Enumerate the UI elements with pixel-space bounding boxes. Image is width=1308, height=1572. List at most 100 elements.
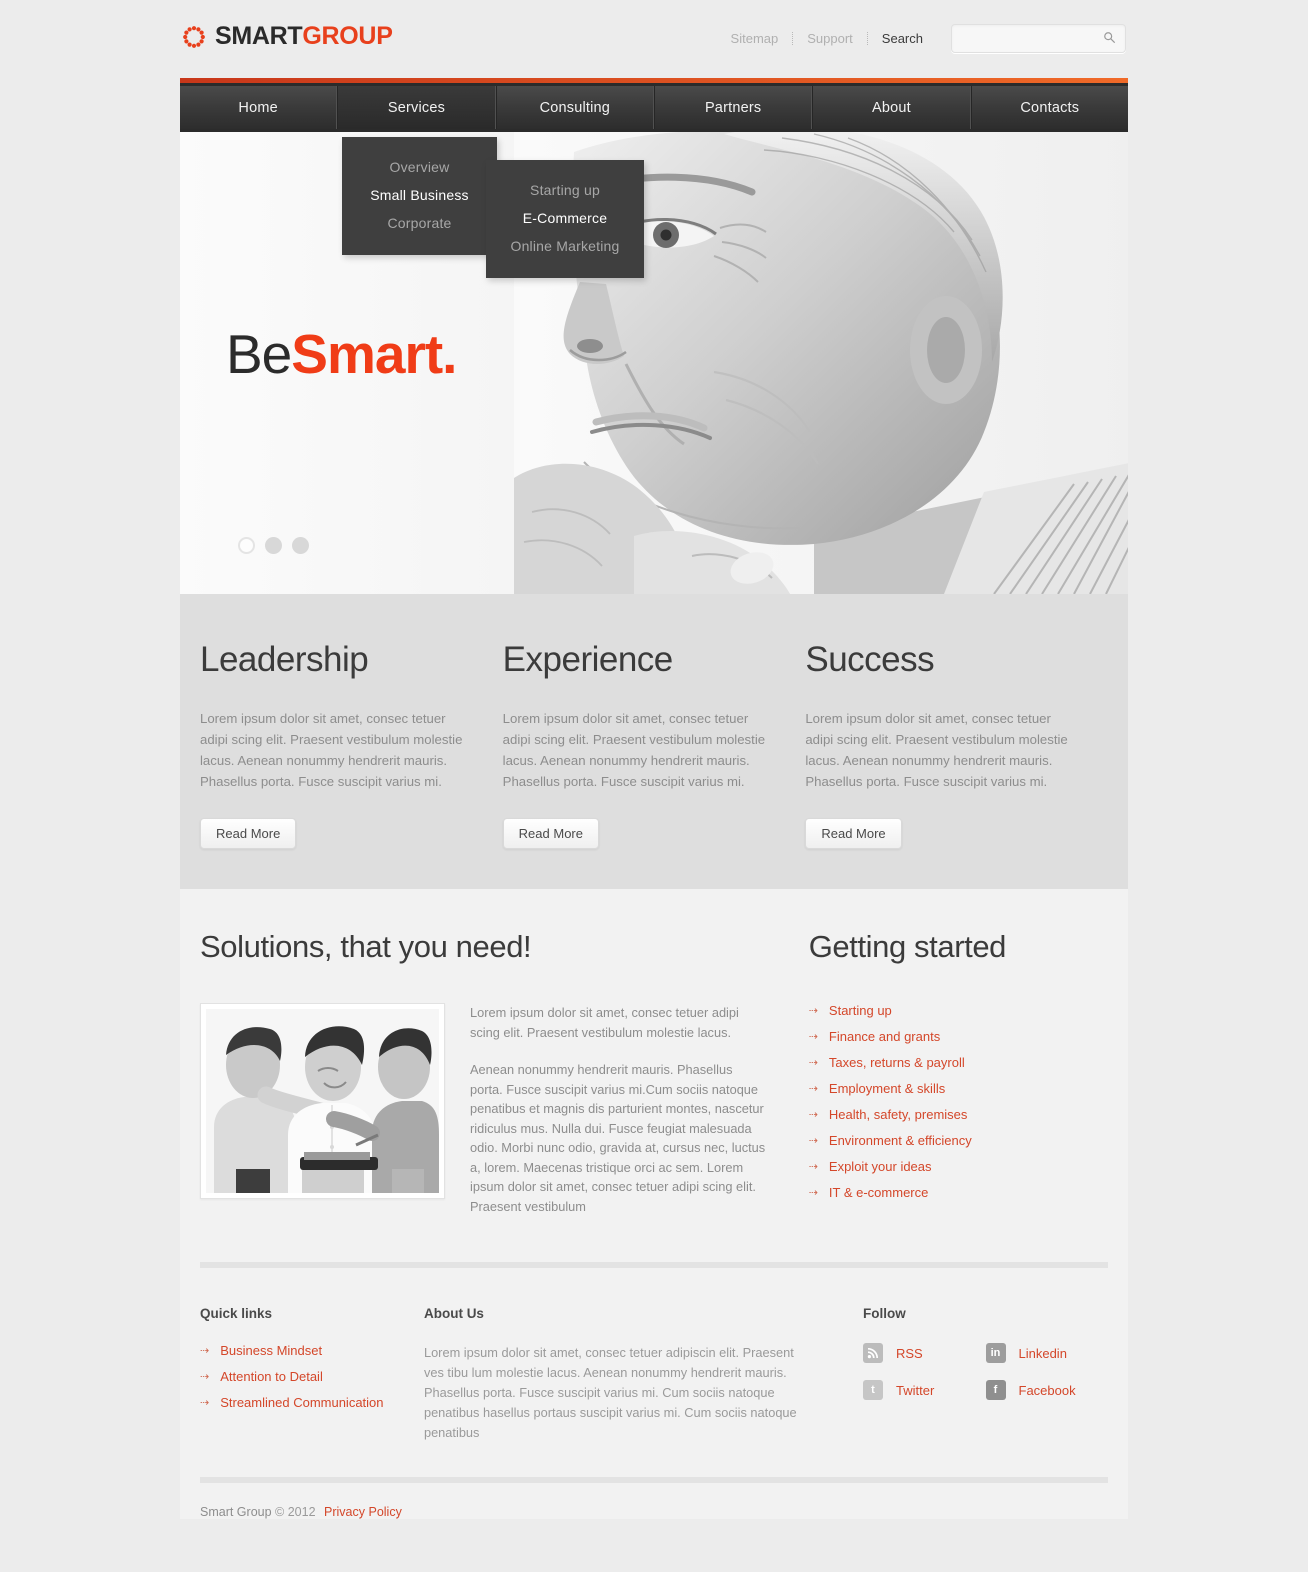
nav-item-contacts[interactable]: Contacts	[970, 86, 1128, 129]
solutions-text: Lorem ipsum dolor sit amet, consec tetue…	[445, 1003, 769, 1216]
search-box[interactable]	[951, 23, 1126, 53]
social-item-linkedin[interactable]: in Linkedin	[985, 1343, 1109, 1363]
getting-started-link[interactable]: Health, safety, premises	[829, 1107, 967, 1122]
logo-text-group: GROUP	[302, 22, 393, 50]
dropdown-item-online-marketing[interactable]: Online Marketing	[486, 232, 644, 260]
social-link-facebook[interactable]: Facebook	[1019, 1383, 1076, 1398]
quick-link[interactable]: Streamlined Communication	[220, 1395, 383, 1410]
quick-link[interactable]: Attention to Detail	[220, 1369, 323, 1384]
getting-started-link[interactable]: IT & e-commerce	[829, 1185, 928, 1200]
arrow-icon: ⇢	[808, 1161, 818, 1173]
social-links: RSS in Linkedin t Twitter f Facebook	[863, 1343, 1108, 1417]
nav-item-services[interactable]: Services	[337, 86, 496, 129]
feature-body: Lorem ipsum dolor sit amet, consec tetue…	[502, 711, 766, 789]
getting-started-link[interactable]: Finance and grants	[829, 1029, 940, 1044]
arrow-icon: ⇢	[200, 1397, 209, 1409]
nav-item-partners[interactable]: Partners	[653, 86, 813, 129]
copyright-bar: Smart Group © 2012 Privacy Policy	[180, 1483, 1128, 1519]
hero-title: BeSmart.	[226, 327, 457, 382]
header-link-support[interactable]: Support	[793, 31, 867, 46]
feature-columns: Leadership Lorem ipsum dolor sit amet, c…	[180, 594, 1128, 889]
header-link-search[interactable]: Search	[868, 31, 937, 46]
list-item[interactable]: ⇢ Streamlined Communication	[200, 1395, 424, 1410]
nav-item-about[interactable]: About	[812, 86, 971, 129]
slider-dot-1[interactable]	[238, 537, 255, 554]
dropdown-item-corporate[interactable]: Corporate	[342, 209, 497, 237]
read-more-button-leadership[interactable]: Read More	[200, 818, 297, 849]
dropdown-item-e-commerce[interactable]: E-Commerce	[486, 204, 644, 232]
list-item[interactable]: ⇢ Starting up	[809, 1003, 1108, 1018]
getting-started-link[interactable]: Employment & skills	[829, 1081, 945, 1096]
site-logo[interactable]: SMARTGROUP	[182, 22, 393, 51]
read-more-button-success[interactable]: Read More	[805, 818, 902, 849]
dropdown-services: Overview Small Business Corporate	[342, 137, 497, 255]
linkedin-icon: in	[985, 1343, 1006, 1363]
feature-column-leadership: Leadership Lorem ipsum dolor sit amet, c…	[200, 640, 503, 849]
getting-started-list: ⇢ Starting up ⇢ Finance and grants ⇢ Taxes,…	[809, 1003, 1108, 1200]
copyright-company: Smart Group	[200, 1505, 272, 1519]
getting-started-link[interactable]: Starting up	[829, 1003, 892, 1018]
hero-title-bold: Smart.	[291, 323, 457, 385]
arrow-icon: ⇢	[808, 1031, 818, 1043]
social-item-twitter[interactable]: t Twitter	[863, 1380, 986, 1400]
nav-item-consulting[interactable]: Consulting	[495, 86, 654, 129]
arrow-icon: ⇢	[200, 1345, 209, 1357]
footer-heading-follow: Follow	[863, 1306, 906, 1321]
search-icon[interactable]	[1103, 31, 1116, 49]
list-item[interactable]: ⇢ Business Mindset	[200, 1343, 424, 1358]
rss-icon	[863, 1343, 883, 1363]
hero-title-light: Be	[226, 323, 292, 385]
footer-columns: Quick links ⇢ Business Mindset ⇢ Attention…	[180, 1268, 1128, 1443]
arrow-icon: ⇢	[200, 1371, 209, 1383]
social-link-twitter[interactable]: Twitter	[896, 1383, 934, 1398]
dropdown-item-overview[interactable]: Overview	[342, 153, 497, 181]
feature-body: Lorem ipsum dolor sit amet, consec tetue…	[805, 711, 1068, 789]
nav-item-home[interactable]: Home	[180, 86, 338, 129]
getting-started-section: Getting started ⇢ Starting up ⇢ Finance an…	[809, 929, 1108, 1216]
main-navigation-wrapper: Home Services Consulting Partners About …	[180, 78, 1128, 132]
list-item[interactable]: ⇢ Health, safety, premises	[809, 1107, 1108, 1122]
dropdown-item-small-business[interactable]: Small Business	[342, 181, 497, 209]
gear-ring-icon	[182, 25, 206, 49]
dropdown-item-starting-up[interactable]: Starting up	[486, 176, 644, 204]
arrow-icon: ⇢	[808, 1109, 818, 1121]
privacy-policy-link[interactable]: Privacy Policy	[324, 1505, 402, 1519]
header-link-sitemap[interactable]: Sitemap	[717, 31, 793, 46]
slider-dot-3[interactable]	[292, 537, 309, 554]
list-item[interactable]: ⇢ Employment & skills	[809, 1081, 1108, 1096]
copyright-mark: © 2012	[275, 1505, 316, 1519]
twitter-icon: t	[863, 1380, 883, 1400]
solutions-heading: Solutions, that you need!	[200, 929, 532, 964]
solutions-paragraph-2: Aenean nonummy hendrerit mauris. Phasell…	[470, 1062, 766, 1214]
footer-heading-about: About Us	[423, 1306, 484, 1321]
list-item[interactable]: ⇢ Attention to Detail	[200, 1369, 424, 1384]
feature-body: Lorem ipsum dolor sit amet, consec tetue…	[200, 711, 463, 789]
list-item[interactable]: ⇢ Taxes, returns & payroll	[809, 1055, 1108, 1070]
slider-pagination	[238, 537, 309, 554]
slider-dot-2[interactable]	[265, 537, 282, 554]
list-item[interactable]: ⇢ Exploit your ideas	[809, 1159, 1108, 1174]
getting-started-link[interactable]: Exploit your ideas	[829, 1159, 932, 1174]
social-link-linkedin[interactable]: Linkedin	[1019, 1346, 1067, 1361]
logo-text: SMARTGROUP	[215, 22, 393, 51]
site-footer: Quick links ⇢ Business Mindset ⇢ Attention…	[180, 1216, 1128, 1519]
social-link-rss[interactable]: RSS	[896, 1346, 923, 1361]
main-content: Solutions, that you need! Lorem ipsum do…	[180, 889, 1128, 1216]
quick-links-list: ⇢ Business Mindset ⇢ Attention to Detail ⇢…	[200, 1343, 424, 1410]
list-item[interactable]: ⇢ Environment & efficiency	[809, 1133, 1108, 1148]
list-item[interactable]: ⇢ IT & e-commerce	[809, 1185, 1108, 1200]
list-item[interactable]: ⇢ Finance and grants	[809, 1029, 1108, 1044]
search-input[interactable]	[952, 24, 1092, 52]
getting-started-link[interactable]: Environment & efficiency	[829, 1133, 972, 1148]
social-item-rss[interactable]: RSS	[863, 1343, 986, 1363]
getting-started-link[interactable]: Taxes, returns & payroll	[829, 1055, 965, 1070]
footer-about: About Us Lorem ipsum dolor sit amet, con…	[424, 1306, 863, 1443]
arrow-icon: ⇢	[808, 1083, 818, 1095]
facebook-icon: f	[985, 1380, 1006, 1400]
feature-column-experience: Experience Lorem ipsum dolor sit amet, c…	[502, 640, 806, 849]
solutions-paragraph-1: Lorem ipsum dolor sit amet, consec tetue…	[470, 1005, 739, 1040]
quick-link[interactable]: Business Mindset	[220, 1343, 322, 1358]
read-more-button-experience[interactable]: Read More	[502, 818, 599, 849]
arrow-icon: ⇢	[808, 1135, 818, 1147]
social-item-facebook[interactable]: f Facebook	[985, 1380, 1109, 1400]
